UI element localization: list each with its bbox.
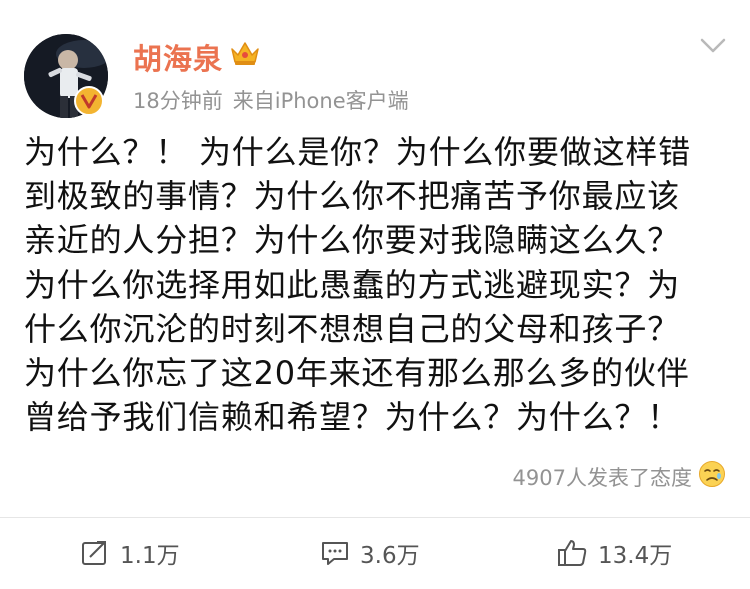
post-text-line: 到极致的事情？为什么你不把痛苦予你最应该: [24, 177, 681, 216]
comment-button[interactable]: 3.6万: [320, 535, 420, 571]
crown-icon: [229, 39, 261, 71]
username[interactable]: 胡海泉: [133, 36, 223, 78]
comment-count: 3.6万: [360, 543, 420, 569]
comment-icon: [322, 542, 348, 565]
verified-v-icon: [74, 86, 104, 116]
post-time: 18分钟前: [133, 89, 223, 113]
thumbs-up-icon: [558, 540, 587, 566]
reactions-summary[interactable]: 4907人发表了态度: [513, 460, 726, 493]
post-text-line: 亲近的人分担？为什么你要对我隐瞒这么久？: [24, 221, 681, 260]
post-text-line: 为什么？！ 为什么是你？为什么你要做这样错: [24, 133, 691, 171]
post-text-line: 什么你沉沦的时刻不想想自己的父母和孩子？: [24, 309, 681, 348]
post-text-line: 为什么你忘了这20年来还有那么那么多的伙伴: [24, 354, 690, 393]
repost-button[interactable]: 1.1万: [80, 535, 180, 571]
sad-face-emoji-icon: [698, 460, 726, 493]
reactions-count-text: 4907人发表了态度: [512, 465, 692, 490]
repost-icon: [82, 541, 106, 565]
post-text-line: 为什么你选择用如此愚蠢的方式逃避现实？为: [24, 265, 681, 304]
post-source[interactable]: 来自iPhone客户端: [233, 89, 409, 113]
post-meta: 18分钟前 来自iPhone客户端: [133, 85, 409, 115]
like-count: 13.4万: [598, 543, 673, 569]
chevron-down-icon[interactable]: [699, 37, 727, 59]
like-button[interactable]: 13.4万: [556, 535, 672, 571]
repost-count: 1.1万: [120, 543, 180, 569]
divider: [0, 517, 750, 518]
post-text-line: 曾给予我们信赖和希望？为什么？为什么？！: [24, 398, 681, 437]
post-text: 为什么？！ 为什么是你？为什么你要做这样错 到极致的事情？为什么你不把痛苦予你最…: [24, 130, 729, 439]
